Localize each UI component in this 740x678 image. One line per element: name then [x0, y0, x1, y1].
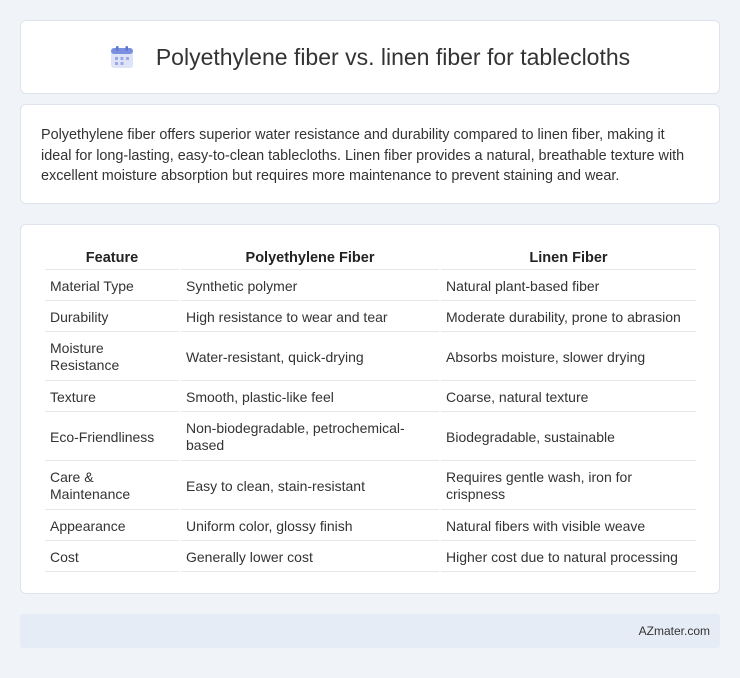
cell-linen: Moderate durability, prone to abrasion: [441, 303, 696, 332]
cell-feature: Durability: [45, 303, 179, 332]
calendar-icon: [110, 46, 133, 68]
table-row: Care & Maintenance Easy to clean, stain-…: [45, 463, 696, 510]
cell-polyethylene: Uniform color, glossy finish: [181, 512, 439, 541]
cell-feature: Eco-Friendliness: [45, 414, 179, 461]
footer: AZmater.com: [20, 614, 720, 648]
table-row: Texture Smooth, plastic-like feel Coarse…: [45, 383, 696, 412]
cell-linen: Requires gentle wash, iron for crispness: [441, 463, 696, 510]
cell-feature: Appearance: [45, 512, 179, 541]
table-row: Material Type Synthetic polymer Natural …: [45, 272, 696, 301]
table-row: Durability High resistance to wear and t…: [45, 303, 696, 332]
summary-text: Polyethylene fiber offers superior water…: [41, 127, 685, 184]
cell-linen: Coarse, natural texture: [441, 383, 696, 412]
cell-polyethylene: Easy to clean, stain-resistant: [181, 463, 439, 510]
comparison-card: Feature Polyethylene Fiber Linen Fiber M…: [20, 224, 720, 594]
cell-linen: Natural plant-based fiber: [441, 272, 696, 301]
cell-feature: Care & Maintenance: [45, 463, 179, 510]
header-feature: Feature: [45, 247, 179, 270]
cell-feature: Texture: [45, 383, 179, 412]
table-row: Appearance Uniform color, glossy finish …: [45, 512, 696, 541]
header-polyethylene: Polyethylene Fiber: [181, 247, 439, 270]
header-linen: Linen Fiber: [441, 247, 696, 270]
comparison-table: Feature Polyethylene Fiber Linen Fiber M…: [43, 245, 698, 574]
cell-polyethylene: Smooth, plastic-like feel: [181, 383, 439, 412]
cell-linen: Higher cost due to natural processing: [441, 543, 696, 572]
page-title: Polyethylene fiber vs. linen fiber for t…: [155, 43, 631, 70]
footer-brand[interactable]: AZmater.com: [639, 624, 710, 638]
cell-polyethylene: Non-biodegradable, petrochemical-based: [181, 414, 439, 461]
summary-card: Polyethylene fiber offers superior water…: [20, 104, 720, 204]
cell-feature: Material Type: [45, 272, 179, 301]
table-header-row: Feature Polyethylene Fiber Linen Fiber: [45, 247, 696, 270]
cell-polyethylene: High resistance to wear and tear: [181, 303, 439, 332]
cell-polyethylene: Water-resistant, quick-drying: [181, 334, 439, 381]
table-row: Cost Generally lower cost Higher cost du…: [45, 543, 696, 572]
cell-polyethylene: Synthetic polymer: [181, 272, 439, 301]
table-row: Eco-Friendliness Non-biodegradable, petr…: [45, 414, 696, 461]
cell-linen: Natural fibers with visible weave: [441, 512, 696, 541]
cell-feature: Moisture Resistance: [45, 334, 179, 381]
cell-linen: Biodegradable, sustainable: [441, 414, 696, 461]
cell-linen: Absorbs moisture, slower drying: [441, 334, 696, 381]
title-card: Polyethylene fiber vs. linen fiber for t…: [20, 20, 720, 94]
table-row: Moisture Resistance Water-resistant, qui…: [45, 334, 696, 381]
cell-polyethylene: Generally lower cost: [181, 543, 439, 572]
cell-feature: Cost: [45, 543, 179, 572]
